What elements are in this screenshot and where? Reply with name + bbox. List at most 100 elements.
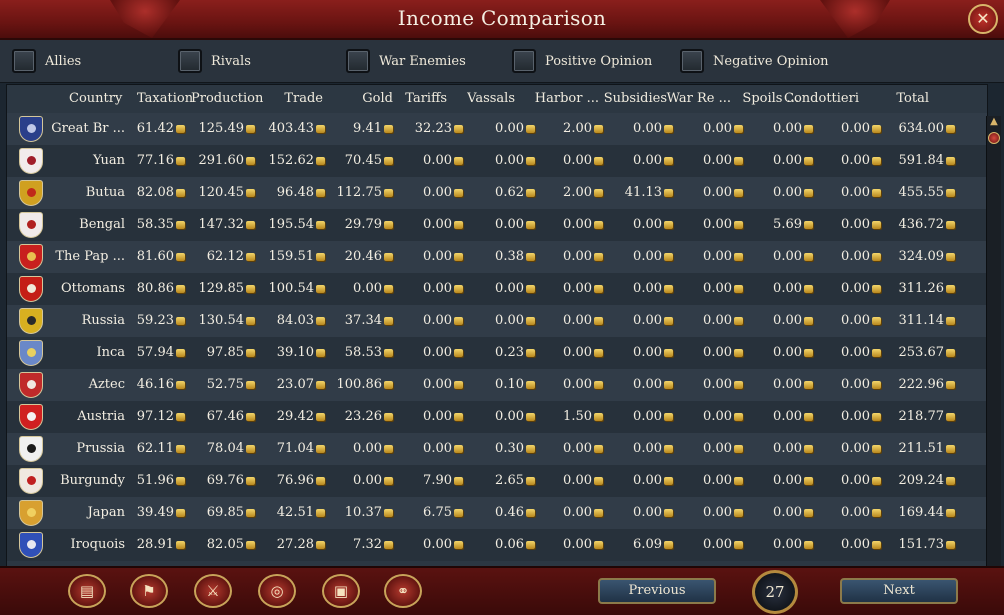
ducat-icon bbox=[526, 125, 535, 133]
ducat-icon bbox=[454, 125, 463, 133]
handshake-button[interactable]: ⚭ bbox=[384, 574, 422, 608]
filter-checkbox[interactable] bbox=[346, 49, 370, 73]
ducat-icon bbox=[246, 381, 255, 389]
country-flag-icon[interactable] bbox=[19, 404, 43, 430]
cell-value: 0.46 bbox=[495, 505, 535, 520]
scrollbar[interactable]: ▲ bbox=[986, 116, 1001, 566]
flag-button[interactable]: ⚑ bbox=[130, 574, 168, 608]
country-flag-icon[interactable] bbox=[19, 244, 43, 270]
scroll-thumb[interactable] bbox=[988, 132, 1000, 144]
cell-value: 28.91 bbox=[137, 537, 185, 552]
cell-value: 0.00 bbox=[841, 281, 881, 296]
country-flag-icon[interactable] bbox=[19, 436, 43, 462]
country-flag-icon[interactable] bbox=[19, 532, 43, 558]
filter-war-enemies[interactable]: War Enemies bbox=[346, 48, 466, 74]
cell-value: 97.85 bbox=[207, 345, 255, 360]
ducat-icon bbox=[176, 221, 185, 229]
ducat-icon bbox=[316, 445, 325, 453]
table-row[interactable]: Japan 39.49 69.85 42.51 10.37 6.75 0.46 0.00 0.0… bbox=[7, 497, 987, 529]
table-row[interactable]: Burgundy 51.96 69.76 76.96 0.00 7.90 2.65 0.00 0… bbox=[7, 465, 987, 497]
filter-label: War Enemies bbox=[379, 53, 466, 69]
cell-value: 0.00 bbox=[703, 249, 743, 264]
crossed-swords-button[interactable]: ⚔ bbox=[194, 574, 232, 608]
filter-checkbox[interactable] bbox=[178, 49, 202, 73]
crate-button[interactable]: ▣ bbox=[322, 574, 360, 608]
cell-value: 0.00 bbox=[773, 249, 813, 264]
cell-value: 0.00 bbox=[423, 345, 463, 360]
scroll-up-icon[interactable]: ▲ bbox=[987, 116, 1001, 128]
cell-value: 591.84 bbox=[899, 153, 955, 168]
next-button[interactable]: Next bbox=[840, 578, 958, 604]
cell-value: 0.06 bbox=[495, 537, 535, 552]
table-row[interactable]: Yuan 77.16 291.60 152.62 70.45 0.00 0.00 0.00 0.… bbox=[7, 145, 987, 177]
ducat-icon bbox=[872, 285, 881, 293]
filter-checkbox[interactable] bbox=[512, 49, 536, 73]
coins-button[interactable]: ◎ bbox=[258, 574, 296, 608]
column-header[interactable]: Vassals bbox=[467, 91, 515, 106]
filter-positive-opinion[interactable]: Positive Opinion bbox=[512, 48, 652, 74]
country-flag-icon[interactable] bbox=[19, 116, 43, 142]
table-row[interactable]: Ottomans 80.86 129.85 100.54 0.00 0.00 0.00 0.0… bbox=[7, 273, 987, 305]
column-header[interactable]: Total bbox=[896, 91, 929, 106]
country-flag-icon[interactable] bbox=[19, 372, 43, 398]
table-row[interactable]: Butua 82.08 120.45 96.48 112.75 0.00 0.62 2.00 4… bbox=[7, 177, 987, 209]
country-flag-icon[interactable] bbox=[19, 340, 43, 366]
filter-checkbox[interactable] bbox=[12, 49, 36, 73]
table-row[interactable]: Austria 97.12 67.46 29.42 23.26 0.00 0.00 1.50 0… bbox=[7, 401, 987, 433]
country-flag-icon[interactable] bbox=[19, 180, 43, 206]
ducat-icon bbox=[246, 541, 255, 549]
column-header[interactable]: Taxation bbox=[137, 91, 193, 106]
ducat-icon bbox=[946, 541, 955, 549]
table-row[interactable]: Iroquois 28.91 82.05 27.28 7.32 0.00 0.06 0.00 6… bbox=[7, 529, 987, 561]
country-flag-icon[interactable] bbox=[19, 148, 43, 174]
cell-value: 0.00 bbox=[423, 153, 463, 168]
cell-value: 0.00 bbox=[841, 441, 881, 456]
country-flag-icon[interactable] bbox=[19, 308, 43, 334]
filter-negative-opinion[interactable]: Negative Opinion bbox=[680, 48, 829, 74]
cell-value: 0.23 bbox=[495, 345, 535, 360]
country-flag-icon[interactable] bbox=[19, 212, 43, 238]
coins-icon: ◎ bbox=[270, 582, 284, 600]
filter-allies[interactable]: Allies bbox=[12, 48, 81, 74]
table-row[interactable]: Russia 59.23 130.54 84.03 37.34 0.00 0.00 0.00 0… bbox=[7, 305, 987, 337]
cell-value: 42.51 bbox=[277, 505, 325, 520]
column-header[interactable]: Condottieri bbox=[784, 91, 859, 106]
column-header[interactable]: Harbor ... bbox=[535, 91, 599, 106]
ducat-icon bbox=[316, 381, 325, 389]
table-row[interactable]: Inca 57.94 97.85 39.10 58.53 0.00 0.23 0.00 0.00… bbox=[7, 337, 987, 369]
column-header[interactable]: Trade bbox=[284, 91, 323, 106]
table-row[interactable]: Great Br ... 61.42 125.49 403.43 9.41 32.23 0.… bbox=[7, 113, 987, 145]
ducat-icon bbox=[454, 285, 463, 293]
filter-rivals[interactable]: Rivals bbox=[178, 48, 251, 74]
cell-value: 0.62 bbox=[495, 185, 535, 200]
ducat-icon bbox=[804, 349, 813, 357]
ledger-button[interactable]: ▤ bbox=[68, 574, 106, 608]
close-button[interactable]: ✕ bbox=[968, 4, 998, 34]
table-row[interactable]: Aztec 46.16 52.75 23.07 100.86 0.00 0.10 0.00 0.… bbox=[7, 369, 987, 401]
cell-value: 5.69 bbox=[773, 217, 813, 232]
country-flag-icon[interactable] bbox=[19, 468, 43, 494]
column-header[interactable]: Subsidies bbox=[604, 91, 667, 106]
column-header[interactable]: Gold bbox=[362, 91, 393, 106]
cell-value: 0.00 bbox=[633, 217, 673, 232]
income-table: Country Taxation Production Trade Gold Tariff… bbox=[6, 84, 988, 568]
table-row[interactable]: Bengal 58.35 147.32 195.54 29.79 0.00 0.00 0.00… bbox=[7, 209, 987, 241]
table-row[interactable]: The Pap ... 81.60 62.12 159.51 20.46 0.00 0.38… bbox=[7, 241, 987, 273]
previous-button[interactable]: Previous bbox=[598, 578, 716, 604]
filter-checkbox[interactable] bbox=[680, 49, 704, 73]
cell-value: 0.00 bbox=[633, 313, 673, 328]
cell-value: 0.00 bbox=[563, 281, 603, 296]
column-header[interactable]: Production bbox=[191, 91, 263, 106]
cell-value: 82.05 bbox=[207, 537, 255, 552]
table-row[interactable]: Prussia 62.11 78.04 71.04 0.00 0.00 0.30 0.00 0.… bbox=[7, 433, 987, 465]
column-header[interactable]: War Re ... bbox=[667, 91, 731, 106]
country-flag-icon[interactable] bbox=[19, 500, 43, 526]
ducat-icon bbox=[734, 381, 743, 389]
column-header[interactable]: Country bbox=[69, 91, 122, 106]
country-flag-icon[interactable] bbox=[19, 276, 43, 302]
column-header[interactable]: Tariffs bbox=[405, 91, 447, 106]
country-name: Iroquois bbox=[70, 537, 125, 552]
filter-label: Rivals bbox=[211, 53, 251, 69]
cell-value: 0.00 bbox=[841, 409, 881, 424]
ducat-icon bbox=[316, 317, 325, 325]
